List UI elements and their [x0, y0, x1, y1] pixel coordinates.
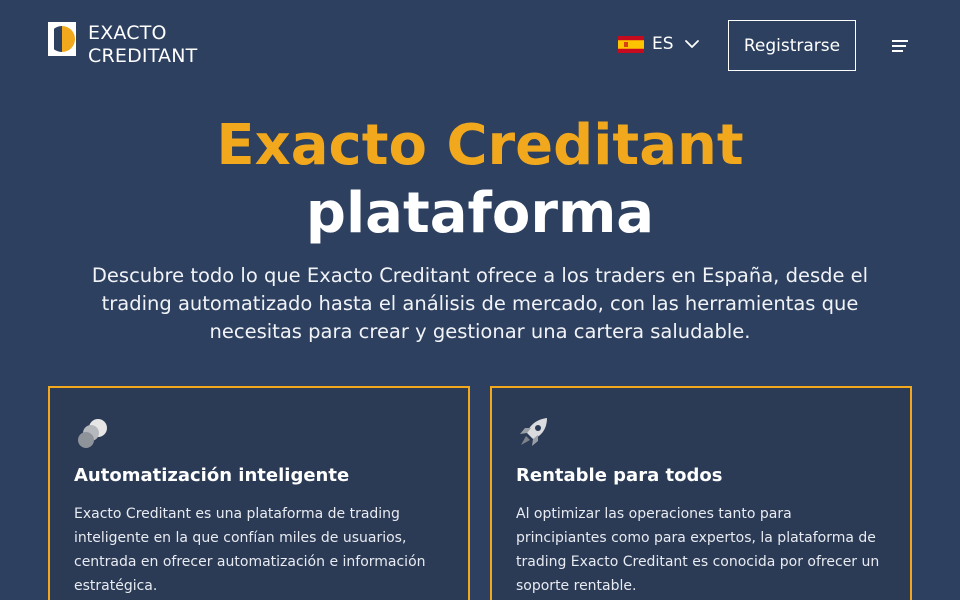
- feature-card-profitable: Rentable para todos Al optimizar las ope…: [490, 386, 912, 600]
- language-selector[interactable]: ES: [618, 34, 700, 54]
- logo-text: EXACTO CREDITANT: [88, 22, 197, 68]
- spain-flag-icon: [618, 35, 644, 53]
- chevron-down-icon: [684, 40, 699, 48]
- hero-title: Exacto Creditant plataforma: [0, 112, 960, 248]
- logo-link[interactable]: EXACTO CREDITANT: [48, 22, 197, 68]
- card-title: Automatización inteligente: [74, 465, 350, 486]
- logo-line-1: EXACTO: [88, 22, 167, 44]
- register-button[interactable]: Registrarse: [728, 20, 856, 71]
- card-title: Rentable para todos: [516, 465, 723, 486]
- landing-page: EXACTO CREDITANT ES Registrarse Exacto C…: [0, 0, 960, 600]
- hero-title-rest: plataforma: [305, 181, 655, 246]
- hamburger-menu-icon[interactable]: [890, 38, 910, 54]
- automation-icon: [78, 419, 107, 448]
- card-text: Exacto Creditant es una plataforma de tr…: [74, 506, 426, 594]
- rocket-icon: [520, 418, 547, 446]
- language-code: ES: [652, 34, 674, 54]
- exacto-logo-icon: [48, 22, 76, 56]
- site-header: EXACTO CREDITANT ES Registrarse: [0, 0, 960, 90]
- card-text: Al optimizar las operaciones tanto para …: [516, 506, 880, 594]
- logo-line-2: CREDITANT: [88, 45, 198, 67]
- feature-card-automation: Automatización inteligente Exacto Credit…: [48, 386, 470, 600]
- hero-title-accent: Exacto Creditant: [216, 113, 744, 178]
- hero-description: Descubre todo lo que Exacto Creditant of…: [91, 264, 869, 343]
